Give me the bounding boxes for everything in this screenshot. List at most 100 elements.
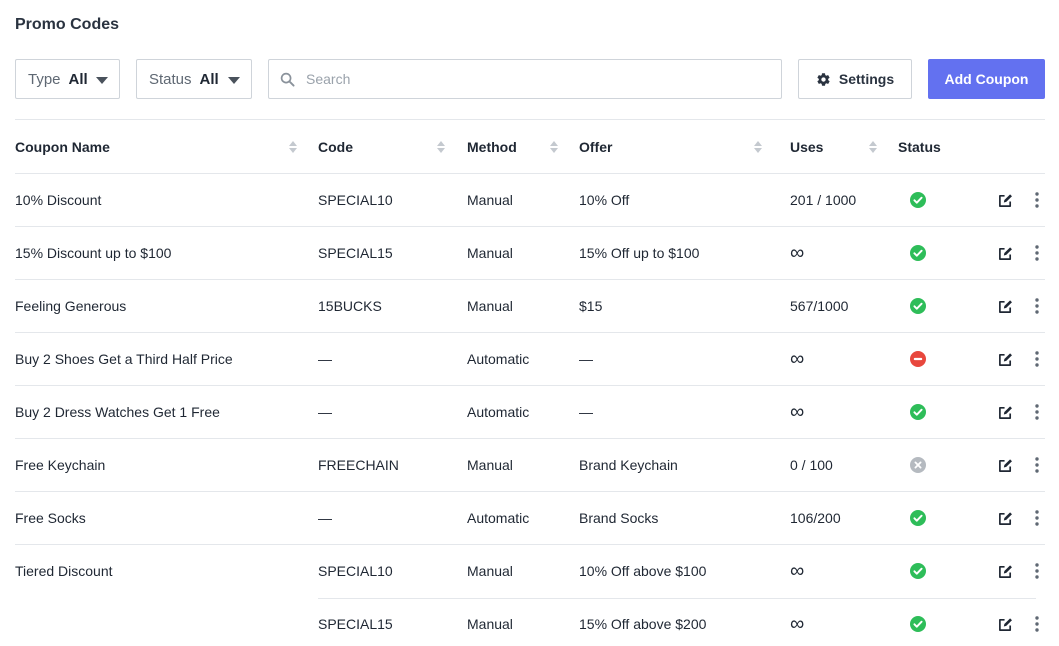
type-filter-label: Type: [28, 70, 61, 88]
coupon-code: SPECIAL10: [318, 192, 393, 208]
table-row: Buy 2 Shoes Get a Third Half Price — Autom…: [15, 333, 1045, 386]
coupon-uses: 106/200: [790, 510, 841, 526]
coupon-uses: ∞: [790, 347, 805, 370]
caret-down-icon: [96, 77, 108, 84]
more-vertical-icon[interactable]: [1029, 598, 1045, 646]
search-box: [268, 59, 782, 99]
coupon-offer: 10% Off above $100: [579, 563, 707, 579]
edit-icon[interactable]: [996, 492, 1014, 544]
coupon-name: 10% Discount: [15, 192, 102, 208]
coupon-code: SPECIAL15: [318, 245, 393, 261]
promo-codes-table: Coupon Name Code Method Offer Uses Statu…: [15, 119, 1045, 646]
more-vertical-icon[interactable]: [1029, 280, 1045, 332]
status-active-icon: [909, 280, 927, 332]
more-vertical-icon[interactable]: [1029, 492, 1045, 544]
coupon-uses: 201 / 1000: [790, 192, 857, 208]
coupon-method: Automatic: [467, 351, 530, 367]
coupon-name: Free Keychain: [15, 457, 106, 473]
coupon-offer: 15% Off up to $100: [579, 245, 700, 261]
more-vertical-icon[interactable]: [1029, 439, 1045, 491]
coupon-code: 15BUCKS: [318, 298, 382, 314]
coupon-method: Manual: [467, 457, 513, 473]
coupon-method: Manual: [467, 245, 513, 261]
coupon-code: SPECIAL10: [318, 563, 393, 579]
coupon-uses: 567/1000: [790, 298, 849, 314]
caret-down-icon: [228, 77, 240, 84]
coupon-uses: ∞: [790, 612, 805, 635]
status-filter-value: All: [199, 70, 219, 88]
table-row: SPECIAL15 Manual 15% Off above $200 ∞: [15, 598, 1045, 646]
search-input[interactable]: [306, 71, 766, 87]
table-row: Buy 2 Dress Watches Get 1 Free — Automatic…: [15, 386, 1045, 439]
coupon-method: Manual: [467, 298, 513, 314]
sort-icon[interactable]: [754, 141, 762, 153]
coupon-name: Buy 2 Shoes Get a Third Half Price: [15, 351, 233, 367]
status-inactive-icon: [909, 439, 927, 491]
column-header-method[interactable]: Method: [467, 120, 517, 173]
more-vertical-icon[interactable]: [1029, 386, 1045, 438]
coupon-method: Automatic: [467, 510, 530, 526]
edit-icon[interactable]: [996, 545, 1014, 597]
coupon-code: —: [318, 351, 332, 367]
column-header-offer[interactable]: Offer: [579, 120, 612, 173]
edit-icon[interactable]: [996, 280, 1014, 332]
page-title: Promo Codes: [15, 16, 120, 33]
status-active-icon: [909, 492, 927, 544]
status-filter-label: Status: [149, 70, 192, 88]
coupon-method: Manual: [467, 616, 513, 632]
more-vertical-icon[interactable]: [1029, 174, 1045, 226]
table-row: Free Socks — Automatic Brand Socks 106/200: [15, 492, 1045, 545]
sort-icon[interactable]: [550, 141, 558, 153]
coupon-method: Manual: [467, 563, 513, 579]
table-row: Free Keychain FREECHAIN Manual Brand Keycha…: [15, 439, 1045, 492]
edit-icon[interactable]: [996, 386, 1014, 438]
coupon-code: —: [318, 510, 332, 526]
coupon-offer: —: [579, 351, 593, 367]
status-blocked-icon: [909, 333, 927, 385]
coupon-code: FREECHAIN: [318, 457, 399, 473]
column-header-uses[interactable]: Uses: [790, 120, 823, 173]
search-icon: [280, 72, 295, 87]
edit-icon[interactable]: [996, 227, 1014, 279]
status-active-icon: [909, 598, 927, 646]
coupon-offer: 15% Off above $200: [579, 616, 707, 632]
status-filter-dropdown[interactable]: Status All: [136, 59, 252, 99]
column-header-code[interactable]: Code: [318, 120, 353, 173]
coupon-name: Feeling Generous: [15, 298, 127, 314]
edit-icon[interactable]: [996, 598, 1014, 646]
settings-button[interactable]: Settings: [798, 59, 912, 99]
column-header-status: Status: [898, 138, 941, 155]
more-vertical-icon[interactable]: [1029, 227, 1045, 279]
coupon-code: SPECIAL15: [318, 616, 393, 632]
sort-icon[interactable]: [869, 141, 877, 153]
coupon-uses: ∞: [790, 559, 805, 582]
type-filter-dropdown[interactable]: Type All: [15, 59, 120, 99]
edit-icon[interactable]: [996, 333, 1014, 385]
toolbar: Type All Status All Settings Add Coupon: [15, 59, 1045, 99]
coupon-name: 15% Discount up to $100: [15, 245, 172, 261]
column-header-coupon-name[interactable]: Coupon Name: [15, 120, 110, 173]
type-filter-value: All: [68, 70, 88, 88]
coupon-offer: 10% Off: [579, 192, 630, 208]
edit-icon[interactable]: [996, 439, 1014, 491]
table-row: 10% Discount SPECIAL10 Manual 10% Off 201 / …: [15, 174, 1045, 227]
more-vertical-icon[interactable]: [1029, 333, 1045, 385]
sort-icon[interactable]: [437, 141, 445, 153]
status-active-icon: [909, 227, 927, 279]
coupon-offer: Brand Socks: [579, 510, 659, 526]
coupon-method: Automatic: [467, 404, 530, 420]
status-active-icon: [909, 386, 927, 438]
settings-label: Settings: [838, 71, 895, 87]
table-row: 15% Discount up to $100 SPECIAL15 Manual 15…: [15, 227, 1045, 280]
table-header: Coupon Name Code Method Offer Uses Statu…: [15, 120, 1045, 174]
coupon-offer: $15: [579, 298, 603, 314]
edit-icon[interactable]: [996, 174, 1014, 226]
table-row: Feeling Generous 15BUCKS Manual $15 567/1000: [15, 280, 1045, 333]
coupon-code: —: [318, 404, 332, 420]
status-active-icon: [909, 174, 927, 226]
gear-icon: [817, 72, 830, 86]
more-vertical-icon[interactable]: [1029, 545, 1045, 597]
sort-icon[interactable]: [289, 141, 297, 153]
add-coupon-button[interactable]: Add Coupon: [928, 59, 1045, 99]
coupon-uses: ∞: [790, 400, 805, 423]
